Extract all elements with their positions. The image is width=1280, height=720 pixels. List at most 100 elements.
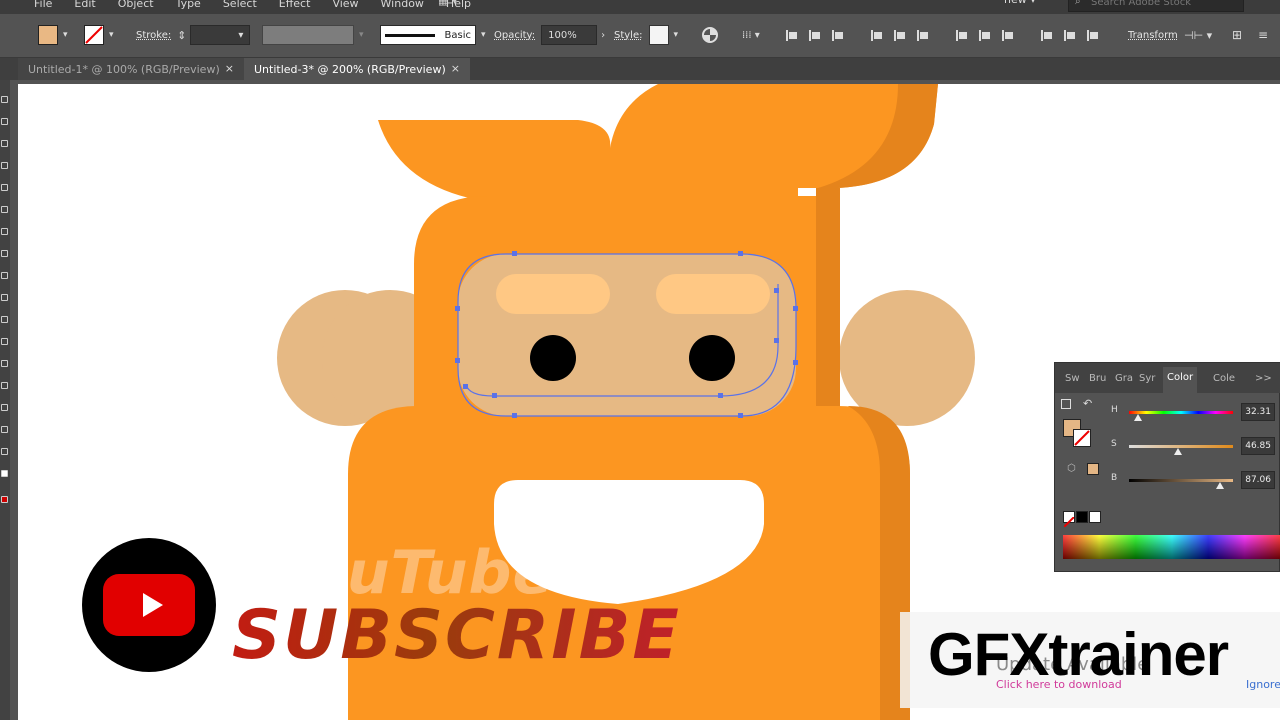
paintbrush-tool-icon[interactable]: [1, 250, 8, 257]
align-middle-icon[interactable]: [892, 28, 907, 43]
tab-gradient[interactable]: Gra: [1115, 373, 1133, 384]
align-left-icon[interactable]: [784, 28, 799, 43]
variable-width-profile[interactable]: [262, 25, 354, 45]
line-tool-icon[interactable]: [1, 206, 8, 213]
menu-icon[interactable]: ≡: [1258, 24, 1268, 46]
hue-track[interactable]: [1129, 411, 1233, 414]
distribute-vcenter-icon[interactable]: [977, 28, 992, 43]
hand-tool-icon[interactable]: [1, 448, 8, 455]
swap-colors-icon[interactable]: ↶: [1083, 397, 1092, 410]
chevron-down-icon[interactable]: ▾: [481, 30, 486, 40]
panel-expand-icon[interactable]: >>: [1255, 373, 1272, 384]
menu-effect[interactable]: Effect: [279, 0, 311, 10]
color-spectrum[interactable]: [1063, 535, 1280, 559]
tab-brushes[interactable]: Bru: [1089, 373, 1106, 384]
none-swatch-icon[interactable]: [1, 496, 8, 503]
hue-value-input[interactable]: 32.31: [1241, 403, 1275, 421]
pencil-tool-icon[interactable]: [1, 272, 8, 279]
right-eye-shape[interactable]: [689, 335, 735, 381]
shape-builder-tool-icon[interactable]: [1, 382, 8, 389]
stroke-none-swatch[interactable]: [84, 25, 104, 45]
chevron-down-icon[interactable]: ▾: [109, 30, 114, 40]
align-right-icon[interactable]: [830, 28, 845, 43]
opacity-label[interactable]: Opacity:: [494, 30, 535, 41]
black-swatch[interactable]: [1076, 511, 1088, 523]
left-eyebrow-shape[interactable]: [496, 274, 610, 314]
chevron-down-icon[interactable]: ▾: [674, 30, 679, 40]
stroke-color-control[interactable]: ▾: [84, 24, 114, 46]
web-safe-swatch[interactable]: [1087, 463, 1099, 475]
brush-definition[interactable]: Basic: [380, 25, 476, 45]
saturation-slider-thumb[interactable]: [1173, 448, 1182, 455]
saturation-value-input[interactable]: 46.85: [1241, 437, 1275, 455]
transform-control[interactable]: Transform: [1128, 24, 1178, 46]
rotate-tool-icon[interactable]: [1, 316, 8, 323]
tab-symbols[interactable]: Syr: [1139, 373, 1155, 384]
menu-file[interactable]: File: [34, 0, 52, 10]
right-eyebrow-shape[interactable]: [656, 274, 770, 314]
distribute-right-icon[interactable]: [1085, 28, 1100, 43]
left-eye-shape[interactable]: [530, 335, 576, 381]
curvature-tool-icon[interactable]: [1, 162, 8, 169]
stroke-weight-input[interactable]: ▾: [190, 25, 251, 45]
white-swatch[interactable]: [1089, 511, 1101, 523]
head-shadow-shape[interactable]: [816, 188, 840, 414]
pen-tool-icon[interactable]: [1, 140, 8, 147]
eraser-tool-icon[interactable]: [1, 294, 8, 301]
fill-stroke-icon[interactable]: [1, 470, 8, 477]
transform-label[interactable]: Transform: [1128, 30, 1178, 41]
distribute-bottom-icon[interactable]: [1000, 28, 1015, 43]
tab-color[interactable]: Color: [1163, 367, 1198, 393]
update-ignore-link[interactable]: Ignore: [1246, 678, 1280, 691]
chevron-down-icon[interactable]: ▾: [63, 30, 68, 40]
menu-type[interactable]: Type: [176, 0, 201, 10]
distribute-hcenter-icon[interactable]: [1062, 28, 1077, 43]
tab-color-guide[interactable]: Cole: [1213, 373, 1235, 384]
recolor-artwork-icon[interactable]: [702, 24, 718, 46]
scale-tool-icon[interactable]: [1, 338, 8, 345]
stock-search-input[interactable]: ⌕ Search Adobe Stock: [1068, 0, 1244, 12]
out-of-gamut-icon[interactable]: ⬡: [1067, 463, 1076, 474]
workspace-switcher[interactable]: new ▾: [1004, 0, 1036, 6]
selection-tool-icon[interactable]: [1, 96, 8, 103]
align-top-icon[interactable]: [869, 28, 884, 43]
menu-select[interactable]: Select: [223, 0, 257, 10]
arrange-documents-icon[interactable]: ▦ ▾: [438, 0, 468, 8]
tab-untitled-3[interactable]: Untitled-3* @ 200% (RGB/Preview) ×: [244, 58, 470, 80]
align-center-icon[interactable]: [807, 28, 822, 43]
graphic-style-swatch[interactable]: [648, 25, 669, 45]
menu-object[interactable]: Object: [118, 0, 154, 10]
distribute-top-icon[interactable]: [954, 28, 969, 43]
stepper-icon[interactable]: ⇕: [177, 29, 186, 42]
direct-selection-tool-icon[interactable]: [1, 118, 8, 125]
right-ear-shape[interactable]: [839, 290, 975, 426]
stroke-label[interactable]: Stroke:: [136, 30, 171, 41]
style-label[interactable]: Style:: [614, 30, 643, 41]
chevron-right-icon[interactable]: ›: [601, 30, 605, 41]
hue-slider-thumb[interactable]: [1134, 414, 1143, 421]
default-colors-icon[interactable]: [1061, 399, 1071, 409]
menu-window[interactable]: Window: [381, 0, 424, 10]
none-color-swatch[interactable]: [1063, 511, 1075, 528]
distribute-left-icon[interactable]: [1039, 28, 1054, 43]
opacity-input[interactable]: 100%: [541, 25, 598, 45]
rectangle-tool-icon[interactable]: [1, 228, 8, 235]
close-icon[interactable]: ×: [225, 62, 234, 75]
brightness-value-input[interactable]: 87.06: [1241, 471, 1275, 489]
width-tool-icon[interactable]: [1, 360, 8, 367]
menu-view[interactable]: View: [332, 0, 358, 10]
variable-width-control[interactable]: ▾: [262, 24, 364, 46]
menu-edit[interactable]: Edit: [74, 0, 95, 10]
align-to-icon[interactable]: ⁞⁞⁞ ▾: [742, 24, 760, 46]
tab-untitled-1[interactable]: Untitled-1* @ 100% (RGB/Preview) ×: [18, 58, 244, 80]
fill-swatch[interactable]: [38, 25, 58, 45]
close-icon[interactable]: ×: [451, 62, 460, 75]
tab-swatches[interactable]: Sw: [1065, 373, 1080, 384]
isolate-object-icon[interactable]: ⊣⊢ ▾: [1184, 24, 1212, 46]
align-bottom-icon[interactable]: [915, 28, 930, 43]
chevron-down-icon[interactable]: ▾: [359, 30, 364, 40]
panel-options-icon[interactable]: ⊞: [1232, 24, 1242, 46]
fill-control[interactable]: ▾: [38, 24, 68, 46]
panel-stroke-swatch[interactable]: [1073, 429, 1091, 447]
eyedropper-tool-icon[interactable]: [1, 426, 8, 433]
